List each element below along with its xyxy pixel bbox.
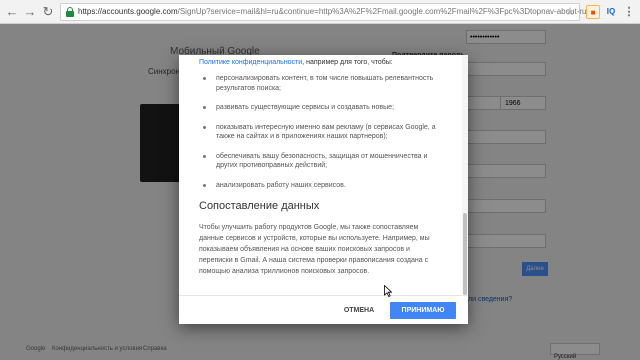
dialog-scroll-content[interactable]: Политике конфиденциальности, например дл… <box>179 55 462 295</box>
url-text: https://accounts.google.com/SignUp?servi… <box>78 7 587 16</box>
bookmark-star-icon[interactable]: ☆ <box>565 5 575 18</box>
privacy-dialog: Политике конфиденциальности, например дл… <box>179 55 468 324</box>
list-item: обеспечивать вашу безопасность, защищая … <box>199 152 444 171</box>
section-paragraph: Чтобы улучшить работу продуктов Google, … <box>199 224 430 275</box>
list-item: показывать интересную именно вам рекламу… <box>199 123 444 142</box>
dialog-actions: ОТМЕНА ПРИНИМАЮ <box>179 295 468 324</box>
forward-arrow-icon[interactable]: → <box>22 4 38 20</box>
extension-iq-icon[interactable]: IQ <box>604 5 618 19</box>
scrollbar-thumb[interactable] <box>463 213 467 295</box>
lock-icon <box>66 7 74 17</box>
purpose-list: персонализировать контент, в том числе п… <box>199 74 444 190</box>
reload-icon[interactable]: ↻ <box>40 4 56 20</box>
extension-icon[interactable]: ■ <box>586 5 600 19</box>
address-bar[interactable]: https://accounts.google.com/SignUp?servi… <box>60 3 587 21</box>
list-item: анализировать работу наших сервисов. <box>199 181 444 191</box>
intro-line: Политике конфиденциальности, например дл… <box>199 59 393 66</box>
cancel-button[interactable]: ОТМЕНА <box>335 302 383 319</box>
list-item: развивать существующие сервисы и создава… <box>199 103 444 113</box>
back-arrow-icon[interactable]: ← <box>4 4 20 20</box>
accept-button[interactable]: ПРИНИМАЮ <box>390 302 456 319</box>
privacy-policy-link[interactable]: Политике конфиденциальности <box>199 59 302 66</box>
mouse-cursor-icon <box>384 285 392 297</box>
list-item: персонализировать контент, в том числе п… <box>199 74 444 93</box>
browser-toolbar: ← → ↻ https://accounts.google.com/SignUp… <box>0 0 640 24</box>
section-heading: Сопоставление данных <box>199 200 320 212</box>
menu-icon[interactable]: ⋮ <box>622 5 636 19</box>
